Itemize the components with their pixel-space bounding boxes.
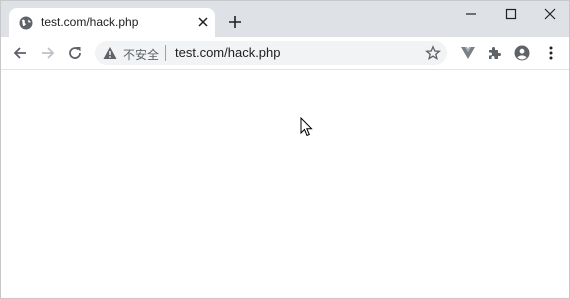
warning-icon[interactable]	[103, 46, 117, 60]
vue-extension-icon[interactable]	[460, 45, 476, 61]
star-icon[interactable]	[425, 45, 441, 61]
tab-strip: test.com/hack.php	[1, 1, 569, 37]
globe-icon	[19, 16, 33, 30]
browser-window: test.com/hack.php 不安全 test.com/hack.php	[0, 0, 570, 299]
plus-icon[interactable]	[227, 14, 243, 30]
maximize-icon[interactable]	[503, 7, 519, 21]
url-text[interactable]: test.com/hack.php	[175, 45, 281, 60]
puzzle-icon[interactable]	[487, 45, 503, 61]
tab-title: test.com/hack.php	[41, 15, 139, 29]
divider	[165, 45, 166, 61]
tab-active[interactable]: test.com/hack.php	[9, 8, 215, 37]
close-icon[interactable]	[195, 14, 211, 30]
close-window-icon[interactable]	[542, 7, 558, 21]
omnibox[interactable]: 不安全 test.com/hack.php	[95, 41, 447, 65]
reload-icon[interactable]	[67, 45, 83, 61]
page-content[interactable]	[1, 70, 569, 298]
account-icon[interactable]	[514, 45, 530, 61]
security-label[interactable]: 不安全	[123, 46, 159, 63]
arrow-left-icon[interactable]	[12, 45, 28, 61]
kebab-menu-icon[interactable]	[543, 45, 559, 61]
toolbar: 不安全 test.com/hack.php	[1, 37, 569, 70]
arrow-right-icon[interactable]	[40, 45, 56, 61]
mouse-cursor-icon	[300, 117, 313, 137]
minimize-icon[interactable]	[463, 7, 479, 21]
